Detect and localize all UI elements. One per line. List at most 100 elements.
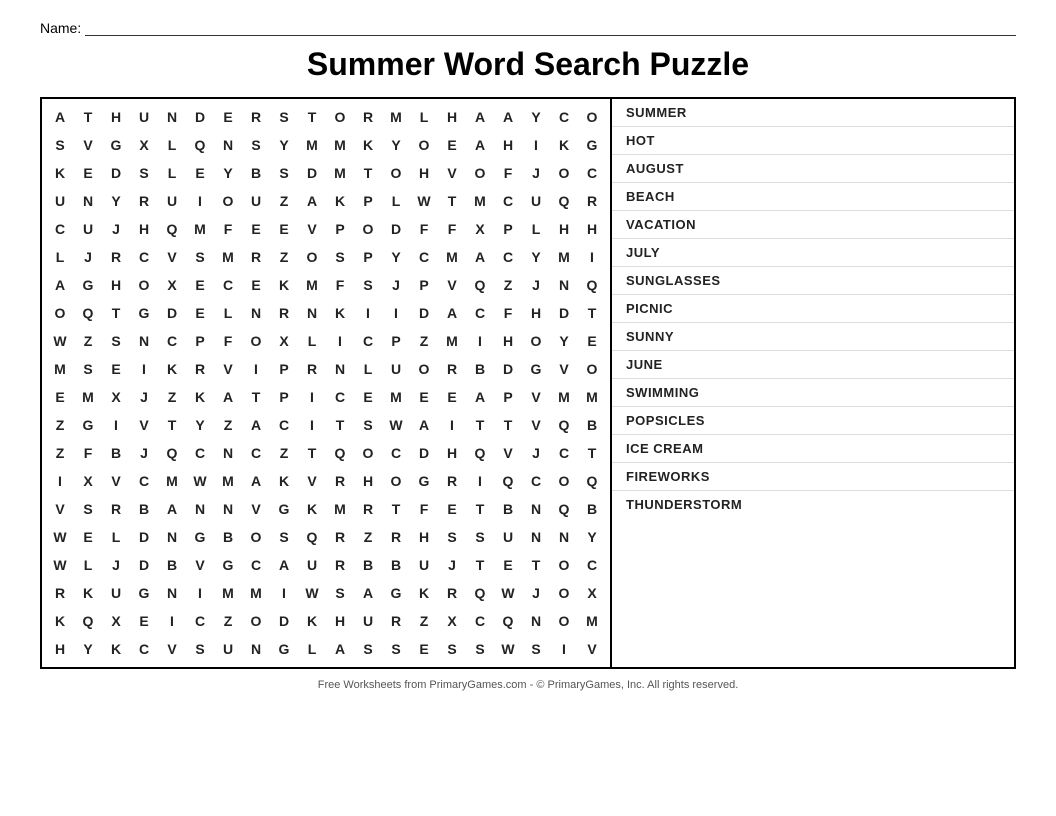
grid-cell: M xyxy=(326,495,354,523)
word-list-item: JULY xyxy=(612,239,1014,267)
grid-cell: H xyxy=(550,215,578,243)
grid-cell: O xyxy=(382,467,410,495)
grid-cell: N xyxy=(298,299,326,327)
grid-cell: E xyxy=(214,103,242,131)
grid-cell: H xyxy=(102,271,130,299)
grid-cell: A xyxy=(158,495,186,523)
grid-cell: T xyxy=(522,551,550,579)
grid-cell: R xyxy=(242,243,270,271)
grid-cell: I xyxy=(130,355,158,383)
grid-cell: G xyxy=(382,579,410,607)
grid-cell: A xyxy=(46,271,74,299)
grid-cell: L xyxy=(382,187,410,215)
grid-cell: Y xyxy=(382,131,410,159)
grid-cell: V xyxy=(438,271,466,299)
grid-cell: H xyxy=(410,523,438,551)
word-list-item: SUNNY xyxy=(612,323,1014,351)
grid-cell: E xyxy=(438,383,466,411)
grid-cell: M xyxy=(466,187,494,215)
grid-cell: Y xyxy=(550,327,578,355)
grid-cell: H xyxy=(102,103,130,131)
grid-cell: J xyxy=(102,215,130,243)
grid-cell: E xyxy=(186,299,214,327)
grid-cell: R xyxy=(438,467,466,495)
grid-cell: L xyxy=(522,215,550,243)
grid-cell: E xyxy=(130,607,158,635)
grid-cell: B xyxy=(466,355,494,383)
grid-cell: G xyxy=(130,579,158,607)
grid-cell: C xyxy=(214,271,242,299)
word-list-item: JUNE xyxy=(612,351,1014,379)
name-label: Name: xyxy=(40,20,81,36)
grid-cell: R xyxy=(298,355,326,383)
grid-cell: C xyxy=(578,159,606,187)
grid-cell: J xyxy=(130,383,158,411)
grid-cell: Z xyxy=(354,523,382,551)
grid-cell: I xyxy=(466,467,494,495)
grid-cell: G xyxy=(74,271,102,299)
grid-cell: R xyxy=(102,243,130,271)
grid-cell: E xyxy=(74,523,102,551)
grid-cell: C xyxy=(130,467,158,495)
word-list-item: SUMMER xyxy=(612,99,1014,127)
grid-cell: A xyxy=(270,551,298,579)
grid-cell: O xyxy=(354,215,382,243)
grid-cell: K xyxy=(326,187,354,215)
grid-cell: S xyxy=(354,271,382,299)
grid-cell: R xyxy=(46,579,74,607)
word-list-item: ICE CREAM xyxy=(612,435,1014,463)
grid-cell: J xyxy=(522,579,550,607)
grid-cell: Q xyxy=(158,439,186,467)
word-list-item: HOT xyxy=(612,127,1014,155)
grid-cell: V xyxy=(522,383,550,411)
grid-cell: F xyxy=(214,327,242,355)
grid-cell: D xyxy=(130,551,158,579)
grid-cell: M xyxy=(382,383,410,411)
grid-cell: M xyxy=(214,467,242,495)
grid-cell: N xyxy=(522,523,550,551)
grid-cell: E xyxy=(270,215,298,243)
grid-cell: I xyxy=(242,355,270,383)
grid-cell: T xyxy=(326,411,354,439)
grid-cell: I xyxy=(550,635,578,663)
grid-cell: O xyxy=(466,159,494,187)
grid-cell: S xyxy=(522,635,550,663)
grid-cell: D xyxy=(186,103,214,131)
grid-cell: N xyxy=(550,523,578,551)
grid-cell: T xyxy=(578,439,606,467)
grid-cell: X xyxy=(74,467,102,495)
grid-cell: F xyxy=(410,215,438,243)
grid-cell: I xyxy=(186,579,214,607)
grid-cell: U xyxy=(158,187,186,215)
grid-cell: R xyxy=(354,103,382,131)
grid-cell: R xyxy=(438,579,466,607)
grid-cell: E xyxy=(410,383,438,411)
grid-cell: S xyxy=(130,159,158,187)
grid-cell: K xyxy=(270,271,298,299)
grid-cell: O xyxy=(326,103,354,131)
grid-cell: J xyxy=(438,551,466,579)
grid-cell: Y xyxy=(214,159,242,187)
grid-cell: P xyxy=(354,187,382,215)
grid-cell: M xyxy=(214,579,242,607)
grid-cell: M xyxy=(298,131,326,159)
grid-cell: S xyxy=(354,635,382,663)
grid-cell: I xyxy=(298,411,326,439)
grid-cell: N xyxy=(186,495,214,523)
grid-cell: S xyxy=(326,243,354,271)
word-list-item: BEACH xyxy=(612,183,1014,211)
grid-cell: F xyxy=(410,495,438,523)
grid-cell: I xyxy=(298,383,326,411)
grid-cell: O xyxy=(382,159,410,187)
grid-cell: B xyxy=(382,551,410,579)
grid-cell: O xyxy=(354,439,382,467)
grid-cell: A xyxy=(438,299,466,327)
grid-cell: D xyxy=(494,355,522,383)
grid-cell: Z xyxy=(494,271,522,299)
grid-cell: N xyxy=(130,327,158,355)
grid-cell: C xyxy=(326,383,354,411)
grid-cell: K xyxy=(74,579,102,607)
grid-cell: K xyxy=(550,131,578,159)
grid-cell: O xyxy=(550,467,578,495)
grid-cell: Z xyxy=(158,383,186,411)
